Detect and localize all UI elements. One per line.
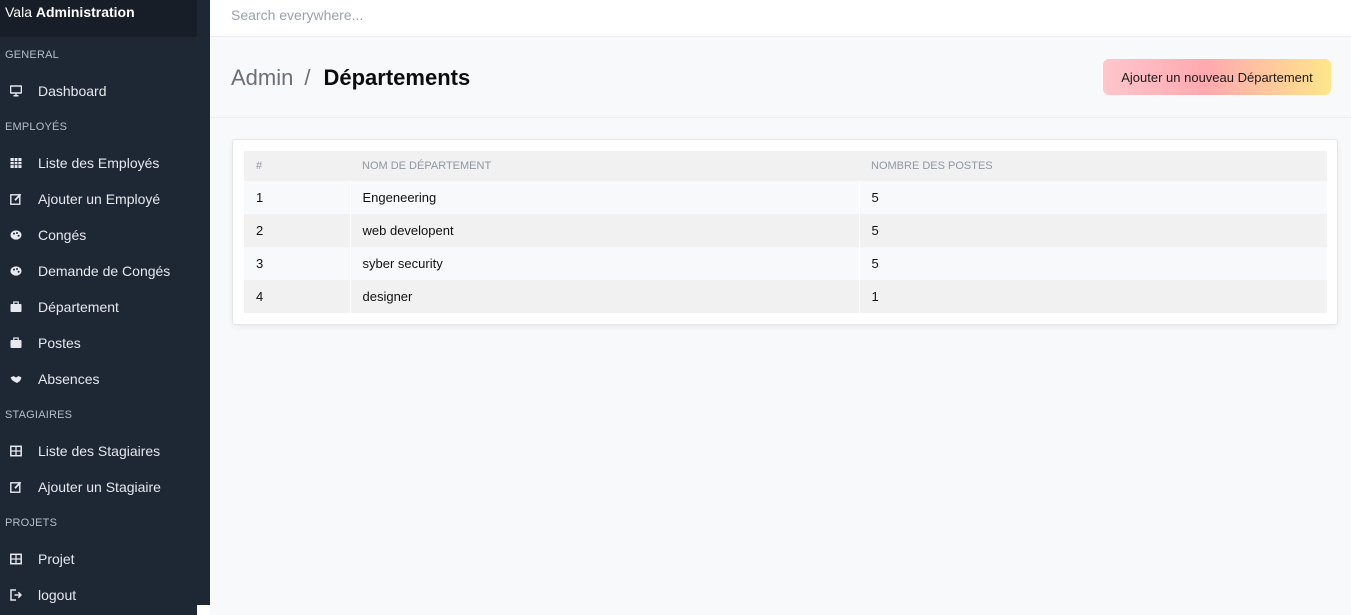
topbar — [210, 0, 1351, 37]
table-header-row: # NOM DE DÉPARTEMENT NOMBRE DES POSTES — [244, 151, 1327, 181]
sidebar-item-label: Ajouter un Employé — [38, 191, 161, 207]
briefcase-icon — [9, 336, 23, 350]
grid-icon — [9, 552, 23, 566]
monitor-icon — [9, 84, 23, 98]
column-header-count: NOMBRE DES POSTES — [859, 151, 1327, 181]
sidebar-item-label: Liste des Stagiaires — [38, 443, 161, 459]
breadcrumb-separator: / — [304, 65, 311, 90]
cell-department-name: syber security — [349, 247, 859, 280]
sidebar-item-label: Demande de Congés — [38, 263, 171, 279]
page-header: Admin / Départements Ajouter un nouveau … — [210, 37, 1351, 118]
cell-department-name: Engeneering — [349, 181, 859, 214]
section-label-stagiaires: STAGIAIRES — [5, 409, 73, 421]
sidebar-item-label: Projet — [38, 551, 75, 567]
briefcase-icon — [9, 300, 23, 314]
sidebar-item-logout[interactable]: logout — [0, 577, 210, 613]
sidebar-item-postes[interactable]: Postes — [0, 325, 210, 361]
sidebar-item-label: Congés — [38, 227, 87, 243]
sidebar-item-label: logout — [38, 587, 77, 603]
sidebar-item-ajouter-employe[interactable]: Ajouter un Employé — [0, 181, 210, 217]
sidebar-item-ajouter-stagiaire[interactable]: Ajouter un Stagiaire — [0, 469, 210, 505]
cell-department-name: web developent — [349, 214, 859, 247]
cell-index: 3 — [244, 247, 350, 280]
sidebar-item-demande-conges[interactable]: Demande de Congés — [0, 253, 210, 289]
departments-table: # NOM DE DÉPARTEMENT NOMBRE DES POSTES 1… — [244, 151, 1327, 313]
sidebar-item-label: Postes — [38, 335, 81, 351]
table-row[interactable]: 3 syber security 5 — [244, 247, 1327, 280]
sidebar-item-label: Liste des Employés — [38, 155, 160, 171]
sidebar-item-label: Ajouter un Stagiaire — [38, 479, 161, 495]
column-header-name: NOM DE DÉPARTEMENT — [350, 151, 859, 181]
sidebar-notch — [197, 605, 210, 615]
sidebar-item-label: Dashboard — [38, 83, 107, 99]
brand-logo[interactable]: Vala Administration — [0, 0, 197, 37]
sidebar: Vala Administration GENERAL Dashboard EM… — [0, 0, 210, 615]
sidebar-item-label: Département — [38, 299, 119, 315]
sidebar-item-projet[interactable]: Projet — [0, 541, 210, 577]
departments-card: # NOM DE DÉPARTEMENT NOMBRE DES POSTES 1… — [232, 139, 1338, 325]
sidebar-item-liste-employes[interactable]: Liste des Employés — [0, 145, 210, 181]
table-row[interactable]: 1 Engeneering 5 — [244, 181, 1327, 214]
column-header-index: # — [244, 151, 350, 181]
cell-index: 2 — [244, 214, 350, 247]
search-input[interactable] — [231, 0, 831, 27]
section-label-employes: EMPLOYÉS — [5, 121, 68, 133]
table-row[interactable]: 4 designer 1 — [244, 280, 1327, 313]
add-department-button[interactable]: Ajouter un nouveau Département — [1103, 59, 1331, 95]
sidebar-item-dashboard[interactable]: Dashboard — [0, 73, 210, 109]
grid-icon — [9, 444, 23, 458]
cell-index: 1 — [244, 181, 350, 214]
cell-post-count: 5 — [858, 247, 1327, 280]
page-title: Départements — [323, 65, 471, 90]
brand-prefix: Vala — [5, 4, 32, 20]
cell-post-count: 1 — [858, 280, 1327, 313]
table-icon — [9, 156, 23, 170]
cell-post-count: 5 — [858, 181, 1327, 214]
edit-icon — [9, 480, 23, 494]
cell-department-name: designer — [349, 280, 859, 313]
handshake-icon — [9, 372, 23, 386]
sidebar-item-conges[interactable]: Congés — [0, 217, 210, 253]
cell-post-count: 5 — [858, 214, 1327, 247]
cell-index: 4 — [244, 280, 350, 313]
palette-icon — [9, 264, 23, 278]
edit-icon — [9, 192, 23, 206]
breadcrumb: Admin / Départements — [231, 65, 470, 91]
section-label-projets: PROJETS — [5, 517, 58, 529]
brand-name: Administration — [35, 4, 135, 20]
sidebar-item-label: Absences — [38, 371, 100, 387]
sign-out-icon — [9, 588, 23, 602]
sidebar-item-absences[interactable]: Absences — [0, 361, 210, 397]
sidebar-item-departement[interactable]: Département — [0, 289, 210, 325]
sidebar-item-liste-stagiaires[interactable]: Liste des Stagiaires — [0, 433, 210, 469]
palette-icon — [9, 228, 23, 242]
section-label-general: GENERAL — [5, 49, 59, 61]
breadcrumb-root[interactable]: Admin — [231, 65, 293, 91]
table-row[interactable]: 2 web developent 5 — [244, 214, 1327, 247]
